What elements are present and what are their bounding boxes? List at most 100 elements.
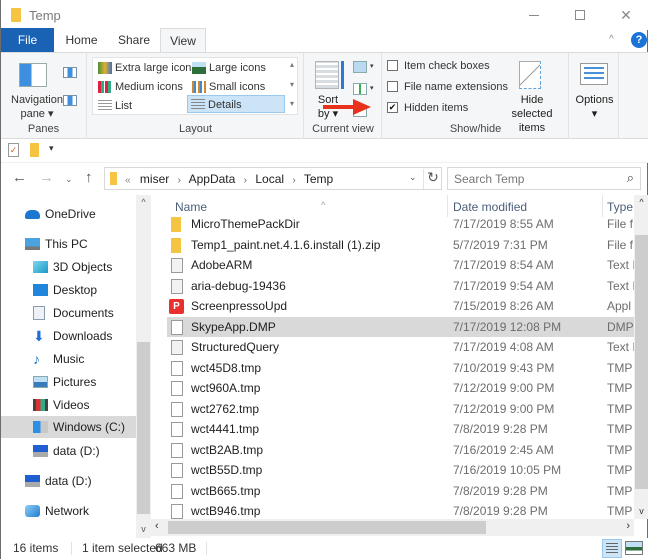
group-by-icon[interactable]: [353, 61, 367, 73]
address-bar[interactable]: « miser › AppData › Local › Temp ⌄ ↻: [104, 167, 442, 190]
nav-item-data-d[interactable]: data (D:): [33, 440, 100, 462]
hidden-items-checkbox[interactable]: ✔ Hidden items: [387, 99, 468, 117]
scroll-down-icon[interactable]: v: [136, 524, 151, 534]
checkbox[interactable]: [387, 60, 398, 71]
dropdown-icon[interactable]: ▾: [370, 62, 374, 70]
file-row[interactable]: aria-debug-19436 7/17/2019 9:54 AM Text I: [167, 276, 634, 296]
close-button[interactable]: ✕: [603, 0, 648, 30]
file-row[interactable]: wct2762.tmp 7/12/2019 9:00 PM TMP: [167, 399, 634, 419]
tab-file[interactable]: File: [1, 28, 54, 52]
nav-item-documents[interactable]: Documents: [33, 302, 114, 324]
chevron-right-icon[interactable]: ›: [244, 175, 247, 186]
nav-item-network[interactable]: Network: [25, 500, 89, 522]
options-icon[interactable]: [580, 63, 608, 85]
chevron-right-icon[interactable]: ›: [178, 175, 181, 186]
layout-medium-icons[interactable]: Medium icons: [95, 78, 183, 96]
checkmark-icon[interactable]: ✔: [387, 102, 398, 113]
up-button[interactable]: ↑: [85, 169, 93, 186]
tab-view[interactable]: View: [160, 28, 206, 53]
file-row[interactable]: SkypeApp.DMP 7/17/2019 12:08 PM DMP: [167, 316, 634, 337]
item-check-boxes-checkbox[interactable]: Item check boxes: [387, 57, 490, 75]
navigation-pane-icon[interactable]: [19, 63, 47, 87]
dropdown-icon[interactable]: ▾: [370, 84, 374, 92]
scrollbar-thumb[interactable]: [168, 521, 486, 534]
nav-pane-scrollbar[interactable]: ^ v: [136, 195, 151, 538]
file-row[interactable]: wctB2AB.tmp 7/16/2019 2:45 AM TMP: [167, 440, 634, 460]
nav-item-desktop[interactable]: Desktop: [33, 279, 97, 301]
add-columns-icon[interactable]: [353, 83, 367, 95]
breadcrumb-item[interactable]: miser: [140, 172, 169, 186]
layout-list[interactable]: List: [95, 97, 132, 115]
file-row[interactable]: wctB55D.tmp 7/16/2019 10:05 PM TMP: [167, 460, 634, 480]
search-icon[interactable]: ⌕: [627, 170, 634, 186]
customize-toolbar-icon[interactable]: ▾: [49, 143, 54, 154]
nav-item-this-pc[interactable]: This PC: [25, 233, 88, 255]
scroll-right-icon[interactable]: ›: [626, 520, 630, 532]
nav-item-pictures[interactable]: Pictures: [33, 371, 96, 393]
layout-more-button[interactable]: ▾: [287, 99, 297, 108]
nav-item-downloads[interactable]: ⬇ Downloads: [33, 325, 112, 347]
preview-pane-icon[interactable]: [63, 67, 77, 78]
scroll-up-icon[interactable]: ^: [634, 197, 648, 207]
layout-extra-large-icons[interactable]: Extra large icons: [95, 59, 197, 77]
file-row[interactable]: wct960A.tmp 7/12/2019 9:00 PM TMP: [167, 378, 634, 398]
nav-item-windows-c[interactable]: Windows (C:): [1, 416, 136, 438]
scroll-left-icon[interactable]: ‹: [155, 520, 159, 532]
file-list-horizontal-scrollbar[interactable]: ‹ ›: [151, 519, 634, 536]
nav-item-3d-objects[interactable]: 3D Objects: [33, 256, 112, 278]
sort-by-icon[interactable]: [315, 61, 339, 89]
file-row[interactable]: Temp1_paint.net.4.1.6.install (1).zip 5/7…: [167, 235, 634, 255]
file-row[interactable]: wctB665.tmp 7/8/2019 9:28 PM TMP: [167, 481, 634, 501]
hide-selected-items-icon[interactable]: [519, 61, 541, 89]
file-row[interactable]: AdobeARM 7/17/2019 8:54 AM Text I: [167, 255, 634, 275]
large-icons-view-button[interactable]: [625, 541, 643, 555]
scroll-down-icon[interactable]: v: [634, 506, 648, 516]
properties-icon[interactable]: ✓: [8, 143, 19, 157]
checkbox[interactable]: [387, 81, 398, 92]
forward-button[interactable]: →: [39, 169, 54, 186]
layout-scroll-up[interactable]: ▴: [287, 60, 297, 69]
layout-scroll-down[interactable]: ▾: [287, 80, 297, 89]
nav-item-onedrive[interactable]: OneDrive: [25, 203, 96, 225]
tab-home[interactable]: Home: [59, 28, 104, 52]
collapse-ribbon-icon[interactable]: ^: [609, 34, 614, 45]
options-button[interactable]: Options ▾: [570, 93, 619, 121]
nav-item-videos[interactable]: Videos: [33, 394, 89, 416]
details-view-button[interactable]: [602, 539, 622, 558]
breadcrumb-item[interactable]: Local: [255, 172, 284, 186]
file-list-vertical-scrollbar[interactable]: ^ v: [634, 195, 648, 519]
recent-locations-button[interactable]: ⌄: [65, 174, 73, 185]
new-folder-icon[interactable]: [30, 143, 39, 157]
scrollbar-thumb[interactable]: [635, 235, 648, 489]
scroll-up-icon[interactable]: ^: [136, 197, 151, 207]
chevron-right-icon[interactable]: ›: [292, 175, 295, 186]
maximize-button[interactable]: [557, 0, 603, 30]
file-row[interactable]: wctB946.tmp 7/8/2019 9:28 PM TMP: [167, 501, 634, 519]
nav-item-music[interactable]: ♪ Music: [33, 348, 84, 370]
details-pane-icon[interactable]: [63, 95, 77, 106]
minimize-button[interactable]: [511, 0, 557, 30]
layout-small-icons[interactable]: Small icons: [189, 78, 265, 96]
help-icon[interactable]: ?: [631, 32, 647, 48]
file-row[interactable]: MicroThemePackDir 7/17/2019 8:55 AM File f: [167, 214, 634, 234]
search-input[interactable]: Search Temp ⌕: [447, 167, 641, 190]
scrollbar-thumb[interactable]: [137, 342, 150, 514]
file-row[interactable]: wct4441.tmp 7/8/2019 9:28 PM TMP: [167, 419, 634, 439]
file-row[interactable]: P ScreenpressoUpd 7/15/2019 8:26 AM Appl: [167, 296, 634, 316]
address-dropdown-button[interactable]: ⌄: [409, 172, 417, 183]
layout-details[interactable]: Details: [187, 95, 285, 113]
refresh-button[interactable]: ↻: [423, 169, 442, 189]
tab-share[interactable]: Share: [113, 28, 155, 52]
back-button[interactable]: ←: [12, 169, 27, 186]
breadcrumb-overflow[interactable]: «: [125, 175, 131, 186]
breadcrumb-item[interactable]: AppData: [189, 172, 236, 186]
file-name-extensions-checkbox[interactable]: File name extensions: [387, 78, 508, 96]
nav-item-data-d-root[interactable]: data (D:): [25, 470, 92, 492]
file-row[interactable]: StructuredQuery 7/17/2019 4:08 AM Text I: [167, 337, 634, 357]
breadcrumb-item[interactable]: Temp: [304, 172, 333, 186]
layout-large-icons[interactable]: Large icons: [189, 59, 266, 77]
medium-icons-icon: [98, 81, 112, 93]
dropdown-icon: ▾: [591, 108, 598, 120]
navigation-pane-button[interactable]: Navigation pane ▾: [7, 93, 67, 121]
file-row[interactable]: wct45D8.tmp 7/10/2019 9:43 PM TMP: [167, 358, 634, 378]
